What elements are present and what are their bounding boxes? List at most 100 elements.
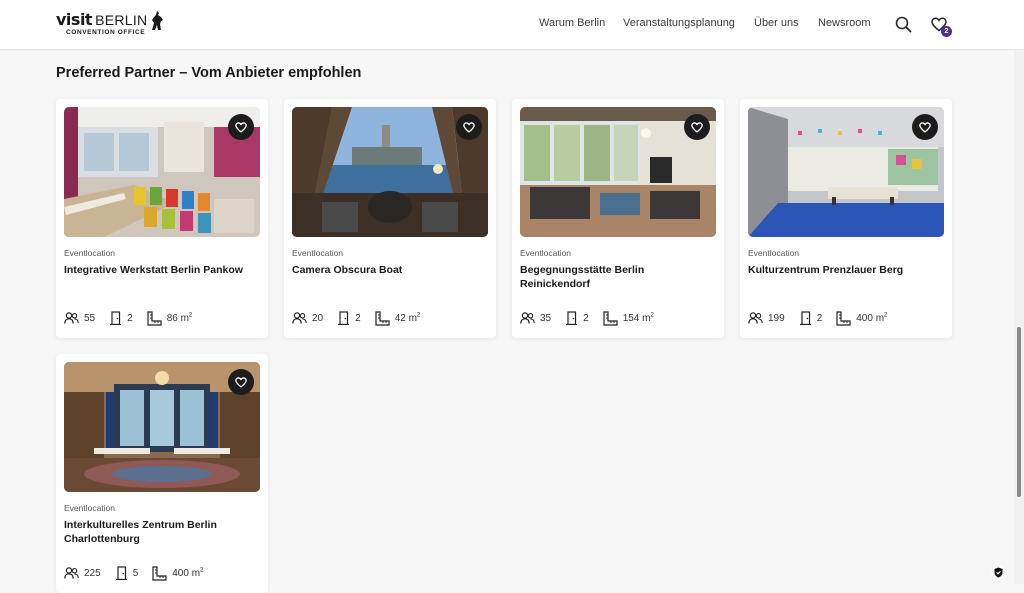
location-image[interactable] [64,362,260,492]
ruler-area-icon [152,565,167,581]
persons-stat: 35 [520,312,565,324]
area-stat: 154 m2 [603,310,668,326]
logo-subtitle: CONVENTION OFFICE [66,29,146,36]
ruler-area-icon [147,310,162,326]
nav-ueber-uns[interactable]: Über uns [754,17,799,29]
location-stats: 55 2 86 m2 [64,310,206,326]
ruler-area-icon [836,310,851,326]
location-title[interactable]: Interkulturelles Zentrum Berlin Charlott… [64,518,260,546]
nav-warum-berlin[interactable]: Warum Berlin [539,17,605,29]
location-category: Eventlocation [64,503,116,513]
search-icon[interactable] [895,16,912,33]
location-image[interactable] [520,107,716,237]
heart-icon [235,376,247,388]
ruler-area-icon [375,310,390,326]
favorite-button[interactable] [228,369,254,395]
location-stats: 20 2 42 m2 [292,310,434,326]
rooms-stat: 2 [337,311,375,325]
area-unit-exponent: 2 [884,312,888,319]
heart-icon [919,121,931,133]
location-image[interactable] [292,107,488,237]
persons-icon [520,312,535,324]
persons-stat: 225 [64,567,115,579]
rooms-count: 2 [816,312,823,324]
area-value: 400 m2 [172,567,204,579]
scrollbar-thumb[interactable] [1017,327,1021,497]
area-unit-exponent: 2 [200,567,204,574]
location-image[interactable] [64,107,260,237]
persons-icon [748,312,763,324]
favorite-button[interactable] [912,114,938,140]
persons-stat: 199 [748,312,799,324]
persons-stat: 20 [292,312,337,324]
logo-visit-text: visit [56,10,93,29]
rooms-stat: 2 [109,311,147,325]
area-value: 154 m2 [622,312,654,324]
rooms-count: 2 [583,312,589,324]
area-unit-exponent: 2 [416,312,421,319]
location-category: Eventlocation [64,248,116,258]
area-number: 400 m [856,312,885,324]
persons-count: 55 [84,312,96,324]
rooms-count: 2 [355,312,361,324]
privacy-shield-icon[interactable] [991,565,1006,580]
location-title[interactable]: Begegnungsstätte Berlin Reinickendorf [520,263,716,291]
door-icon [338,311,350,325]
favorite-button[interactable] [456,114,482,140]
door-icon [799,311,811,325]
nav-veranstaltungsplanung[interactable]: Veranstaltungsplanung [623,17,735,29]
rooms-stat: 2 [565,311,603,325]
favorite-button[interactable] [228,114,254,140]
persons-icon [292,312,307,324]
location-card[interactable]: Eventlocation Begegnungsstätte Berlin Re… [512,99,724,338]
location-title[interactable]: Camera Obscura Boat [292,263,488,277]
area-number: 86 m [166,312,189,324]
location-title[interactable]: Kulturzentrum Prenzlauer Berg [748,263,944,277]
area-stat: 400 m2 [836,310,901,326]
area-number: 42 m [394,312,417,324]
rooms-count: 2 [127,312,133,324]
door-icon [110,311,122,325]
page-scrollbar[interactable] [1014,50,1024,584]
area-value: 86 m2 [166,312,193,324]
area-stat: 42 m2 [375,310,435,326]
rooms-stat: 5 [115,566,153,580]
location-card[interactable]: Eventlocation Interkulturelles Zentrum B… [56,354,268,593]
area-stat: 86 m2 [147,310,207,326]
area-number: 154 m [622,312,651,324]
location-card[interactable]: Eventlocation Kulturzentrum Prenzlauer B… [740,99,952,338]
persons-stat: 55 [64,312,109,324]
persons-count: 20 [312,312,324,324]
section-title: Preferred Partner – Vom Anbieter empfohl… [56,65,362,81]
heart-icon [463,121,475,133]
location-card[interactable]: Eventlocation Integrative Werkstatt Berl… [56,99,268,338]
location-stats: 199 2 400 m2 [748,310,901,326]
location-stats: 225 5 400 m2 [64,565,217,581]
nav-newsroom[interactable]: Newsroom [818,17,871,29]
rooms-stat: 2 [799,311,837,325]
logo-berlin-text: BERLIN [95,12,148,28]
area-number: 400 m [172,567,201,579]
favorite-button[interactable] [684,114,710,140]
ruler-area-icon [603,310,618,326]
door-icon [115,566,127,580]
location-image[interactable] [748,107,944,237]
visit-berlin-logo[interactable]: visit BERLIN CONVENTION OFFICE [56,10,168,40]
berlin-bear-icon [152,11,163,30]
location-category: Eventlocation [292,248,344,258]
door-icon [566,311,578,325]
location-card[interactable]: Eventlocation Camera Obscura Boat 20 2 4… [284,99,496,338]
persons-count: 199 [768,312,785,324]
area-unit-exponent: 2 [188,312,193,319]
site-header: visit BERLIN CONVENTION OFFICE Warum Ber… [0,0,1024,50]
location-category: Eventlocation [520,248,572,258]
heart-icon [235,121,247,133]
area-value: 400 m2 [856,312,888,324]
persons-count: 225 [84,567,101,579]
heart-icon [691,121,703,133]
location-title[interactable]: Integrative Werkstatt Berlin Pankow [64,263,260,277]
rooms-count: 5 [132,567,139,579]
area-value: 42 m2 [394,312,421,324]
persons-icon [64,312,79,324]
area-stat: 400 m2 [152,565,217,581]
